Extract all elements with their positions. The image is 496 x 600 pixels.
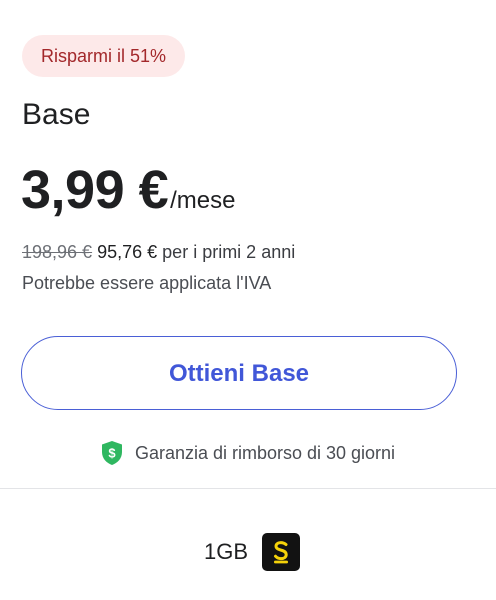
plan-name: Base	[22, 98, 91, 131]
money-back-guarantee: $ Garanzia di rimborso di 30 giorni	[0, 438, 496, 468]
price-row: 3,99 €/mese	[21, 158, 236, 222]
promo-price-line: 198,96 € 95,76 € per i primi 2 anni	[22, 240, 295, 264]
divider	[0, 488, 496, 489]
old-price: 198,96 €	[22, 242, 93, 262]
pricing-card: Risparmi il 51% Base 3,99 €/mese 198,96 …	[0, 0, 496, 600]
svg-text:$: $	[108, 446, 116, 461]
discount-badge: Risparmi il 51%	[22, 35, 186, 77]
feature-row: 1GB	[0, 532, 496, 572]
price-unit: /mese	[170, 187, 236, 214]
app-logo-icon	[262, 533, 301, 571]
storage-amount: 1GB	[203, 539, 249, 564]
guarantee-text: Garanzia di rimborso di 30 giorni	[134, 442, 396, 463]
promo-period: per i primi 2 anni	[162, 242, 296, 262]
vat-note: Potrebbe essere applicata l'IVA	[22, 273, 272, 293]
new-price: 95,76 €	[97, 242, 158, 262]
get-plan-button[interactable]: Ottieni Base	[21, 336, 457, 410]
monthly-price: 3,99 €	[21, 160, 169, 220]
shield-dollar-icon: $	[101, 441, 122, 465]
